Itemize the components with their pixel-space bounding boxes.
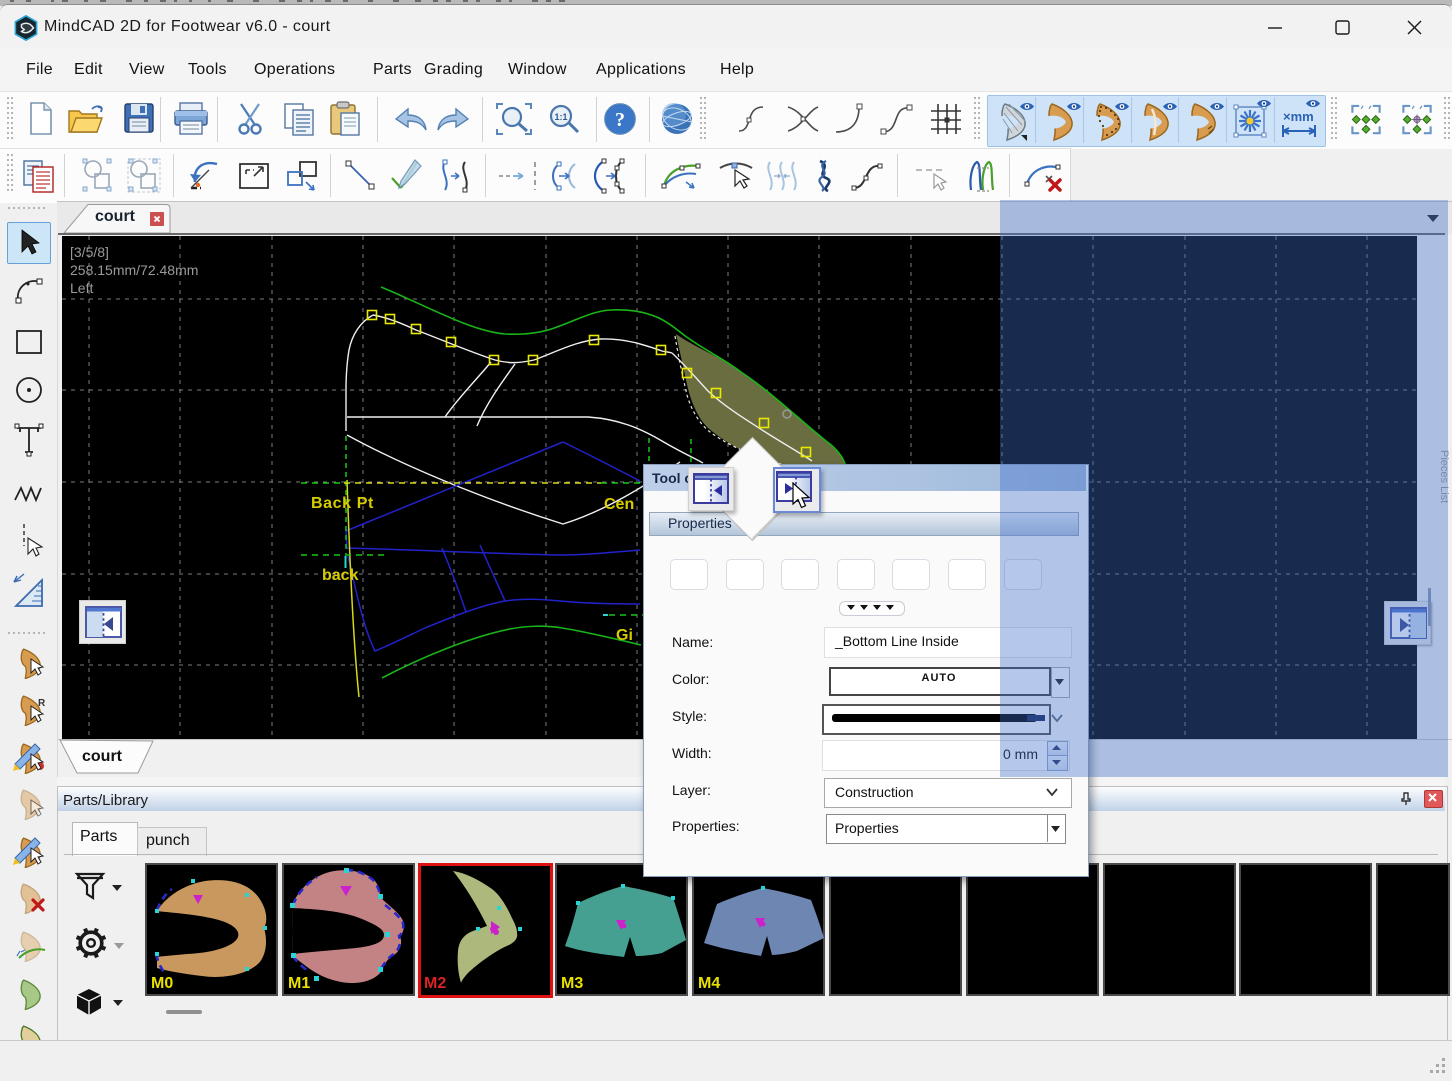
svg-text:Cen: Cen bbox=[604, 496, 634, 513]
svg-text:back: back bbox=[322, 567, 359, 584]
svg-text:[3/5/8]: [3/5/8] bbox=[70, 244, 109, 260]
svg-text:Gi: Gi bbox=[616, 627, 633, 644]
svg-text:Left: Left bbox=[70, 280, 93, 296]
svg-text:×mm: ×mm bbox=[1283, 109, 1314, 124]
svg-text:258.15mm/72.48mm: 258.15mm/72.48mm bbox=[70, 262, 198, 278]
svg-text:1:1: 1:1 bbox=[554, 112, 567, 122]
svg-text:Back Pt: Back Pt bbox=[311, 495, 374, 512]
svg-text:R: R bbox=[38, 698, 46, 709]
svg-text:?: ? bbox=[615, 109, 625, 131]
